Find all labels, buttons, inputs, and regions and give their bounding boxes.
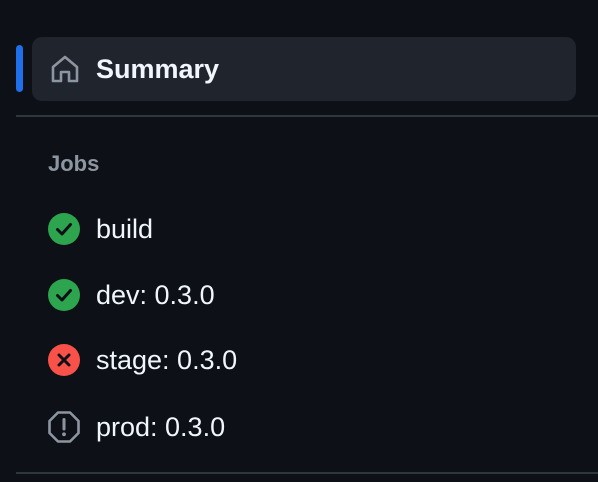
job-label: build	[96, 214, 154, 244]
summary-nav-item[interactable]: Summary	[32, 37, 576, 101]
divider	[16, 472, 598, 474]
stop-octagon-icon	[47, 410, 81, 444]
check-circle-fill-icon	[47, 212, 81, 246]
job-label: prod: 0.3.0	[96, 412, 226, 442]
job-item-build[interactable]: build	[32, 202, 576, 254]
job-item-stage[interactable]: stage: 0.3.0	[32, 333, 576, 385]
selected-indicator	[16, 45, 23, 92]
workflow-run-sidebar: Summary Jobs build dev: 0.3.0 stage: 0.3…	[0, 0, 598, 482]
job-label: dev: 0.3.0	[96, 280, 215, 310]
job-item-dev[interactable]: dev: 0.3.0	[32, 268, 576, 320]
job-item-prod[interactable]: prod: 0.3.0	[32, 400, 576, 452]
job-label: stage: 0.3.0	[96, 345, 238, 375]
home-icon	[48, 52, 82, 86]
divider	[16, 115, 598, 117]
check-circle-fill-icon	[47, 278, 81, 312]
summary-label: Summary	[96, 54, 220, 84]
x-circle-fill-icon	[47, 343, 81, 377]
jobs-section-heading: Jobs	[48, 151, 100, 176]
